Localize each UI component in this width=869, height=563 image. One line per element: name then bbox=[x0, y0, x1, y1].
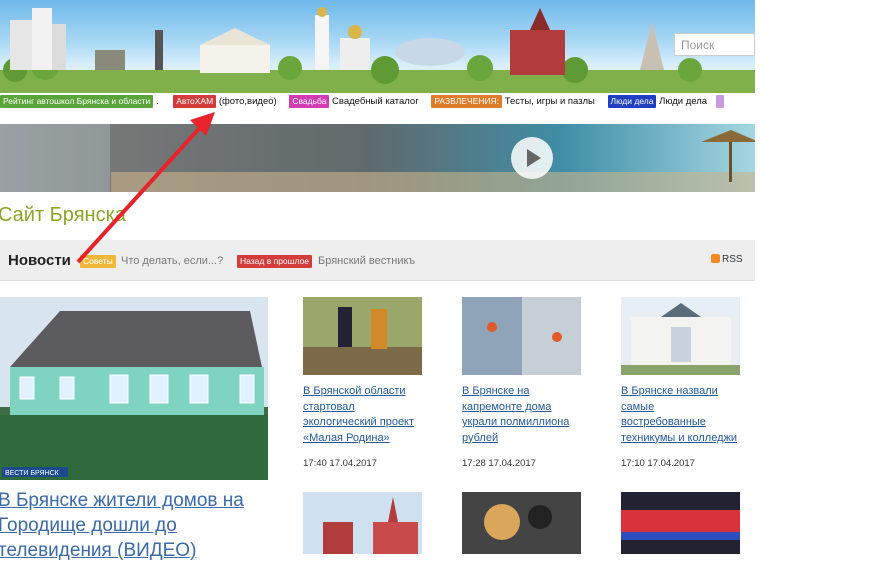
main-news-image[interactable]: ВЕСТИ БРЯНСК bbox=[0, 297, 268, 480]
news-card-link[interactable]: В Брянской области стартовал экологическ… bbox=[303, 384, 423, 446]
beach-image bbox=[111, 130, 755, 192]
news-card-link[interactable]: В Брянске на капремонте дома украли полм… bbox=[462, 384, 582, 446]
news-card-thumbnail[interactable] bbox=[621, 297, 740, 375]
rss-link[interactable]: RSS bbox=[711, 254, 743, 265]
tag-entertainment[interactable]: РАЗВЛЕЧЕНИЯ: bbox=[431, 95, 503, 108]
tag-wedding[interactable]: Свадьба bbox=[289, 95, 330, 108]
play-button[interactable] bbox=[511, 137, 553, 179]
header-banner: Поиск bbox=[0, 0, 755, 93]
red-square-photo bbox=[303, 492, 422, 554]
tag-entertainment-text[interactable]: Тесты, игры и пазлы bbox=[505, 96, 595, 107]
rss-label: RSS bbox=[722, 254, 743, 265]
tag-strip: Рейтинг автошкол Брянска и области . Авт… bbox=[0, 95, 755, 111]
news-card-thumbnail[interactable] bbox=[621, 492, 740, 554]
news-card-thumbnail[interactable] bbox=[462, 297, 581, 375]
tag-extra[interactable] bbox=[715, 95, 725, 108]
house-photo: ВЕСТИ БРЯНСК bbox=[0, 297, 268, 480]
news-card: В Брянске назвали самые востребованные т… bbox=[621, 297, 741, 469]
news-card-thumbnail[interactable] bbox=[303, 297, 422, 375]
gamer-photo bbox=[462, 492, 581, 554]
news-card: В Брянской области стартовал экологическ… bbox=[303, 297, 423, 469]
rss-icon bbox=[711, 254, 720, 263]
people-planting-photo bbox=[303, 297, 422, 375]
workers-on-facade-photo bbox=[462, 297, 581, 375]
news-card-thumbnail[interactable] bbox=[303, 492, 422, 554]
tag-people-text[interactable]: Люди дела bbox=[659, 96, 707, 107]
tag-people[interactable]: Люди дела bbox=[607, 95, 657, 108]
tips-tag[interactable]: Советы bbox=[80, 255, 116, 268]
news-card-thumbnail[interactable] bbox=[462, 492, 581, 554]
news-title[interactable]: Новости bbox=[8, 252, 71, 269]
news-card-link[interactable]: В Брянске назвали самые востребованные т… bbox=[621, 384, 741, 446]
vesti-logo: ВЕСТИ БРЯНСК bbox=[5, 470, 60, 477]
tag-autoham[interactable]: АвтоХАМ bbox=[173, 95, 217, 108]
search-input[interactable]: Поиск bbox=[674, 33, 755, 56]
tips-link[interactable]: Что делать, если...? bbox=[121, 255, 223, 267]
tag-driving-schools-text[interactable]: . bbox=[156, 96, 159, 107]
news-card-time: 17:28 17.04.2017 bbox=[462, 458, 536, 469]
police-lights-photo bbox=[621, 492, 740, 554]
city-skyline-image bbox=[0, 7, 755, 93]
site-title[interactable]: Сайт Брянска bbox=[0, 204, 126, 227]
video-preview bbox=[110, 124, 755, 192]
tag-autoham-text[interactable]: (фото,видео) bbox=[219, 96, 277, 107]
news-card-time: 17:40 17.04.2017 bbox=[303, 458, 377, 469]
tag-wedding-text[interactable]: Свадебный каталог bbox=[332, 96, 419, 107]
past-tag[interactable]: Назад в прошлое bbox=[237, 255, 312, 268]
bryansk-herald-link[interactable]: Брянский вестникъ bbox=[318, 255, 415, 267]
college-building-photo bbox=[621, 297, 740, 375]
news-header-bar: Новости Советы Что делать, если...? Наза… bbox=[0, 240, 755, 281]
video-banner[interactable] bbox=[0, 124, 755, 192]
news-card-time: 17:10 17.04.2017 bbox=[621, 458, 695, 469]
tag-driving-schools[interactable]: Рейтинг автошкол Брянска и области bbox=[0, 95, 154, 108]
news-card: В Брянске на капремонте дома украли полм… bbox=[462, 297, 582, 469]
main-news-headline[interactable]: В Брянске жители домов на Городище дошли… bbox=[0, 488, 273, 563]
